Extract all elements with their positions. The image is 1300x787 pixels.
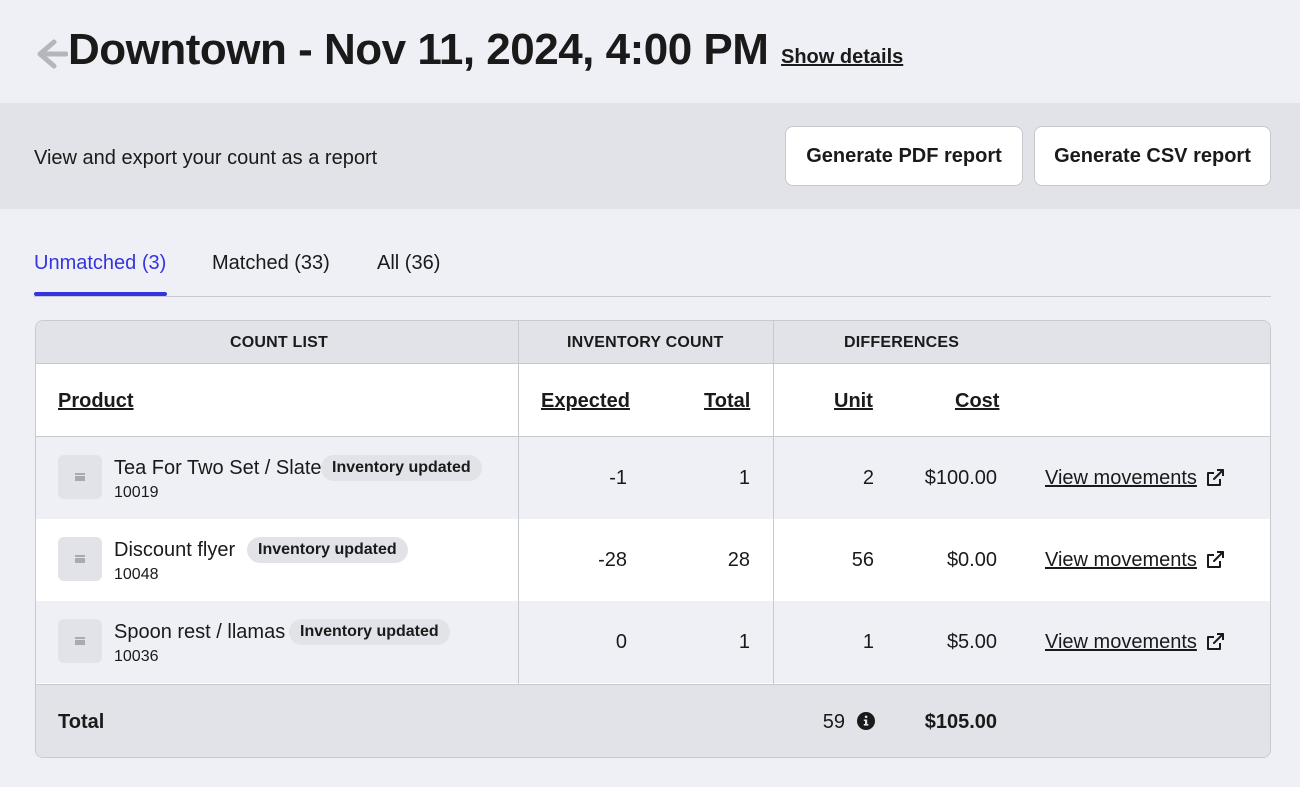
report-description: View and export your count as a report <box>34 147 378 169</box>
cost-difference: $100.00 <box>924 467 997 489</box>
group-header-row: COUNT LIST INVENTORY COUNT DIFFERENCES <box>36 321 1270 364</box>
status-badge: Inventory updated <box>247 537 408 563</box>
group-differences: DIFFERENCES <box>844 334 960 351</box>
status-badge: Inventory updated <box>321 455 482 481</box>
cost-difference: $0.00 <box>946 549 997 571</box>
status-badge: Inventory updated <box>289 619 450 645</box>
unit-difference: 1 <box>862 631 874 653</box>
generate-csv-button[interactable]: Generate CSV report <box>1034 126 1271 186</box>
col-cost[interactable]: Cost <box>955 388 999 414</box>
tab-all[interactable]: All (36) <box>377 250 440 276</box>
external-link-icon[interactable] <box>1204 549 1226 571</box>
table-row[interactable]: Tea For Two Set / Slate Inventory update… <box>36 437 1270 519</box>
product-name: Discount flyer <box>114 539 236 561</box>
product-sku: 10036 <box>114 648 159 665</box>
page-title: Downtown - Nov 11, 2024, 4:00 PM <box>68 25 769 74</box>
table-row[interactable]: Discount flyer Inventory updated 10048 -… <box>36 519 1270 601</box>
expected-value: -1 <box>609 467 627 489</box>
col-unit[interactable]: Unit <box>834 388 873 414</box>
total-value: 1 <box>738 467 750 489</box>
view-movements-link[interactable]: View movements <box>1045 547 1197 573</box>
col-expected[interactable]: Expected <box>541 388 630 414</box>
column-header-row: Product Expected Total Unit Cost <box>36 364 1270 437</box>
tab-unmatched[interactable]: Unmatched (3) <box>34 250 166 276</box>
view-movements-link[interactable]: View movements <box>1045 629 1197 655</box>
product-name: Spoon rest / llamas <box>114 621 286 643</box>
expected-value: 0 <box>615 631 627 653</box>
report-bar: View and export your count as a report G… <box>0 103 1300 209</box>
total-row: Total 59 $105.00 <box>36 684 1270 757</box>
col-total[interactable]: Total <box>704 388 750 414</box>
back-arrow-icon[interactable] <box>34 36 69 72</box>
total-value: 1 <box>738 631 750 653</box>
external-link-icon[interactable] <box>1204 631 1226 653</box>
total-value: 28 <box>727 549 750 571</box>
total-units: 59 <box>822 711 845 733</box>
count-table: COUNT LIST INVENTORY COUNT DIFFERENCES P… <box>35 320 1271 758</box>
group-inventory-count: INVENTORY COUNT <box>567 334 724 351</box>
unit-difference: 56 <box>851 549 874 571</box>
col-product[interactable]: Product <box>58 388 134 414</box>
column-divider <box>773 321 774 684</box>
tab-bar: Unmatched (3) Matched (33) All (36) <box>34 236 1271 297</box>
page-header: Downtown - Nov 11, 2024, 4:00 PM Show de… <box>0 0 1300 103</box>
generate-pdf-button[interactable]: Generate PDF report <box>785 126 1023 186</box>
image-placeholder-icon <box>58 455 102 499</box>
group-count-list: COUNT LIST <box>230 334 328 351</box>
show-details-link[interactable]: Show details <box>781 44 903 70</box>
image-placeholder-icon <box>58 619 102 663</box>
view-movements-link[interactable]: View movements <box>1045 465 1197 491</box>
external-link-icon[interactable] <box>1204 467 1226 489</box>
total-label: Total <box>58 711 105 733</box>
image-placeholder-icon <box>58 537 102 581</box>
unit-difference: 2 <box>862 467 874 489</box>
total-cost: $105.00 <box>924 711 997 733</box>
product-sku: 10048 <box>114 566 159 583</box>
expected-value: -28 <box>598 549 627 571</box>
product-sku: 10019 <box>114 484 159 501</box>
tab-matched[interactable]: Matched (33) <box>212 250 330 276</box>
active-tab-indicator <box>34 292 167 296</box>
product-name: Tea For Two Set / Slate <box>114 457 322 479</box>
cost-difference: $5.00 <box>946 631 997 653</box>
column-divider <box>518 321 519 684</box>
info-circle-icon[interactable] <box>857 712 875 730</box>
table-row[interactable]: Spoon rest / llamas Inventory updated 10… <box>36 601 1270 683</box>
